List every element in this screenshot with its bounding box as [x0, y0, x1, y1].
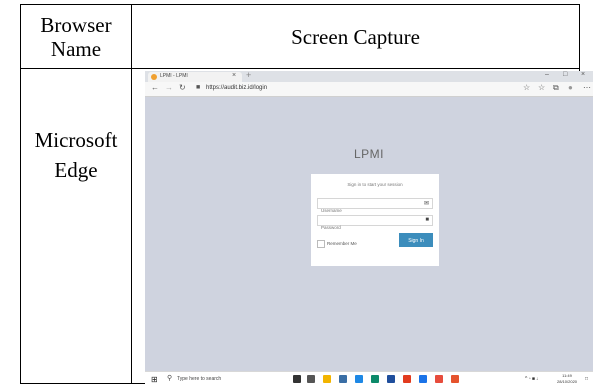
minimize-icon[interactable]: – — [545, 71, 549, 78]
favorites-icon[interactable]: ☆ — [538, 83, 545, 92]
clock-date: 28/10/2020 — [557, 379, 578, 384]
header-row: Browser Name Screen Capture — [20, 4, 580, 69]
taskbar-app[interactable] — [387, 375, 395, 383]
taskbar-app[interactable] — [419, 375, 427, 383]
taskbar-app[interactable] — [307, 375, 315, 383]
sign-in-button[interactable]: Sign In — [399, 233, 433, 247]
favicon-icon — [151, 74, 157, 80]
taskbar-app[interactable] — [451, 375, 459, 383]
taskbar-app[interactable] — [371, 375, 379, 383]
taskbar-app[interactable] — [435, 375, 443, 383]
tab-close-icon[interactable]: × — [232, 72, 236, 79]
lock-icon: ■ — [196, 84, 201, 91]
url-text[interactable]: https://audit.biz.id/login — [206, 85, 267, 91]
browser-name-text: Microsoft Edge — [34, 128, 118, 182]
browser-name-cell: Microsoft Edge — [20, 68, 132, 384]
system-tray-icons[interactable]: ^ ▫ ■ ♩ — [525, 376, 541, 382]
password-field[interactable]: ■ — [317, 215, 433, 232]
more-icon[interactable]: ⋯ — [583, 83, 591, 92]
collections-icon[interactable]: ⧉ — [553, 83, 559, 93]
new-tab-icon[interactable]: + — [246, 71, 251, 80]
window-close-icon[interactable]: × — [581, 71, 585, 78]
reload-icon[interactable]: ↻ — [179, 83, 186, 92]
taskbar-app[interactable] — [323, 375, 331, 383]
maximize-icon[interactable]: □ — [563, 71, 567, 78]
header-browser-name: Browser Name — [20, 4, 132, 69]
taskbar-search[interactable]: ⚲ Type here to search — [163, 373, 283, 385]
forward-icon[interactable]: → — [165, 83, 173, 92]
login-logo-text: LPMI — [353, 147, 384, 161]
taskbar-search-text: Type here to search — [177, 376, 222, 382]
remember-me[interactable]: Remember Me — [317, 240, 387, 249]
browser-tab[interactable]: LPMI - LPMI × — [148, 72, 242, 82]
windows-taskbar: ⊞ ⚲ Type here to search ^ ▫ ■ ♩ 11:49 28… — [145, 371, 593, 386]
taskbar-app[interactable] — [403, 375, 411, 383]
login-box: Sign in to start your session ✉ ■ Rememb… — [311, 174, 439, 266]
header-screen-capture: Screen Capture — [131, 4, 580, 69]
browser-tab-bar: LPMI - LPMI × + – □ × — [145, 71, 593, 82]
profile-icon[interactable]: ● — [568, 83, 573, 92]
taskbar-app[interactable] — [339, 375, 347, 383]
username-input[interactable] — [318, 206, 416, 215]
taskbar-clock[interactable]: 11:49 28/10/2020 — [557, 373, 577, 385]
remember-checkbox[interactable] — [317, 240, 325, 248]
star-icon[interactable]: ☆ — [523, 83, 530, 92]
header-screen-capture-text: Screen Capture — [291, 24, 420, 49]
envelope-icon: ✉ — [423, 201, 429, 207]
back-icon[interactable]: ← — [151, 83, 159, 92]
notification-icon[interactable]: □ — [585, 376, 588, 382]
windows-start-icon[interactable]: ⊞ — [151, 375, 158, 384]
taskbar-app[interactable] — [293, 375, 301, 383]
remember-label: Remember Me — [327, 241, 357, 246]
login-message: Sign in to start your session — [347, 182, 403, 187]
password-input[interactable] — [318, 223, 416, 232]
search-icon: ⚲ — [167, 375, 173, 382]
lock-icon: ■ — [425, 217, 429, 223]
username-field[interactable]: ✉ — [317, 198, 433, 215]
header-browser-name-text: Browser Name — [40, 12, 112, 61]
address-bar: ← → ↻ ■ https://audit.biz.id/login ☆ ☆ ⧉… — [145, 82, 593, 97]
screen-capture-image: LPMI - LPMI × + – □ × ← → ↻ ■ https://au… — [145, 71, 593, 386]
taskbar-app[interactable] — [355, 375, 363, 383]
tab-title: LPMI - LPMI — [160, 73, 188, 79]
